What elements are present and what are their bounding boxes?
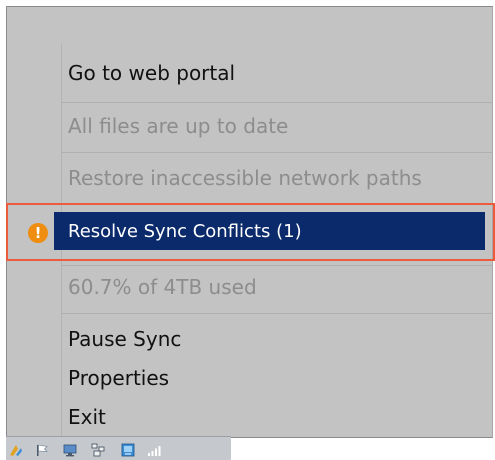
signal-icon[interactable] [146, 443, 162, 457]
menu-separator [61, 152, 493, 153]
menu-separator [61, 313, 493, 314]
sync-status-item: All files are up to date [68, 114, 289, 138]
network-icon[interactable] [90, 443, 106, 457]
menu-separator [61, 102, 493, 103]
menu-separator [61, 265, 493, 266]
screenshot-stage: Go to web portal All files are up to dat… [0, 0, 495, 460]
system-tray [6, 436, 231, 460]
pause-sync-item[interactable]: Pause Sync [68, 327, 181, 351]
restore-network-paths-item: Restore inaccessible network paths [68, 166, 422, 190]
warning-icon: ! [28, 223, 48, 243]
resolve-sync-conflicts-label: Resolve Sync Conflicts (1) [68, 221, 302, 242]
flag-icon[interactable] [34, 443, 50, 457]
properties-item[interactable]: Properties [68, 366, 169, 390]
monitor-icon[interactable] [62, 443, 78, 457]
go-to-web-portal-item[interactable]: Go to web portal [68, 61, 235, 85]
storage-usage-item: 60.7% of 4TB used [68, 275, 257, 299]
sync-tray-icon[interactable] [8, 443, 24, 457]
display-icon[interactable] [120, 443, 136, 457]
exit-item[interactable]: Exit [68, 405, 106, 429]
